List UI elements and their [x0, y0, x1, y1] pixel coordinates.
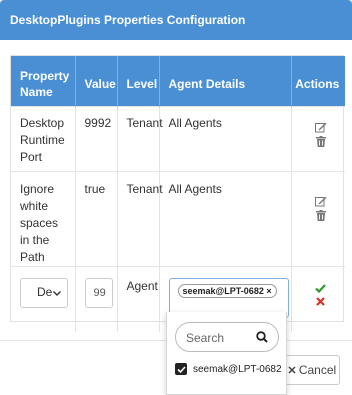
cell-property: Desktop Runtime Port — [11, 105, 76, 171]
cell-agent: All Agents — [159, 170, 292, 266]
property-select-value: De — [37, 285, 53, 299]
agent-search-input[interactable] — [186, 330, 256, 346]
cell-value: 9992 — [75, 105, 118, 171]
agent-dropdown-panel: seemak@LPT-0682 — [166, 312, 287, 395]
edit-icon[interactable] — [314, 196, 327, 207]
cell-level: Tenant — [117, 105, 163, 171]
header-property-name: Property Name — [11, 56, 76, 106]
modal-title: DesktopPlugins Properties Configuration — [10, 13, 246, 27]
cell-actions — [291, 170, 345, 266]
delete-icon[interactable] — [315, 209, 326, 221]
cell-level: Agent — [117, 265, 160, 332]
modal-header: DesktopPlugins Properties Configuration — [0, 0, 352, 40]
value-input[interactable]: 99 — [84, 277, 113, 308]
agent-option-label: seemak@LPT-0682 — [193, 363, 282, 375]
cell-value: true — [75, 170, 118, 266]
cell-value-edit: 99 — [75, 265, 118, 332]
cell-property: Ignore white spaces in the Path — [11, 170, 76, 266]
close-icon — [288, 363, 296, 377]
cell-agent: All Agents — [159, 105, 292, 171]
edit-icon[interactable] — [314, 122, 327, 133]
property-select[interactable]: De — [20, 277, 68, 308]
save-check-icon[interactable] — [315, 283, 327, 293]
properties-table: Property Name Value Level Agent Details … — [10, 55, 345, 332]
agent-search-box — [175, 322, 279, 352]
table-row: Desktop Runtime Port 9992 Tenant All Age… — [11, 105, 345, 171]
cancel-x-icon[interactable] — [316, 296, 326, 306]
chevron-down-icon — [53, 284, 61, 301]
cell-property-edit: De — [11, 265, 76, 332]
properties-config-modal: DesktopPlugins Properties Configuration … — [0, 0, 352, 395]
cell-level: Tenant — [117, 170, 163, 266]
agent-chip[interactable]: seemak@LPT-0682 × — [177, 283, 277, 298]
header-value: Value — [75, 56, 118, 106]
header-actions: Actions — [291, 56, 345, 106]
header-level: Level — [117, 56, 160, 106]
cancel-button[interactable]: Cancel — [284, 355, 340, 385]
checkbox-checked-icon[interactable] — [175, 363, 187, 375]
agent-option[interactable]: seemak@LPT-0682 — [175, 363, 282, 375]
table-header-row: Property Name Value Level Agent Details … — [11, 56, 345, 106]
cancel-label: Cancel — [298, 363, 337, 377]
cell-actions — [291, 105, 345, 171]
table-row: Ignore white spaces in the Path true Ten… — [11, 170, 345, 266]
header-agent-details: Agent Details — [159, 56, 292, 106]
cell-actions — [291, 265, 345, 332]
search-icon[interactable] — [256, 331, 268, 346]
delete-icon[interactable] — [315, 135, 326, 147]
